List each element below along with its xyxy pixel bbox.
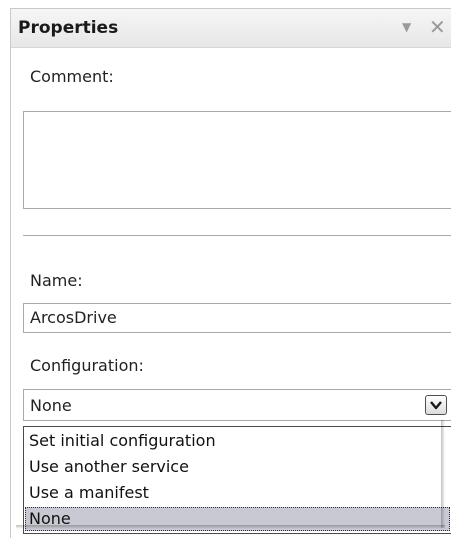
panel-titlebar: Properties ▼ ✕ — [11, 9, 451, 48]
close-icon[interactable]: ✕ — [429, 15, 446, 39]
properties-panel: Properties ▼ ✕ Comment: Name: ArcosDrive… — [10, 8, 451, 538]
dropdown-option-use-a-manifest[interactable]: Use a manifest — [25, 481, 450, 505]
configuration-selected-value: None — [30, 396, 72, 415]
panel-title: Properties — [18, 18, 119, 38]
name-label: Name: — [30, 271, 83, 290]
dropdown-option-use-another-service[interactable]: Use another service — [25, 455, 450, 479]
dropdown-option-set-initial-configuration[interactable]: Set initial configuration — [25, 429, 450, 453]
name-input[interactable]: ArcosDrive — [23, 303, 451, 333]
dropdown-shadow-bottom — [16, 525, 445, 529]
section-divider — [23, 235, 451, 236]
configuration-select[interactable]: None — [23, 389, 451, 421]
comment-textarea[interactable] — [23, 111, 451, 209]
dropdown-arrow-icon[interactable]: ▼ — [402, 20, 411, 34]
configuration-dropdown-list: Set initial configuration Use another se… — [23, 426, 451, 534]
comment-label: Comment: — [30, 67, 114, 86]
chevron-down-icon[interactable] — [425, 395, 447, 415]
dropdown-shadow — [441, 420, 445, 528]
configuration-label: Configuration: — [30, 356, 144, 375]
